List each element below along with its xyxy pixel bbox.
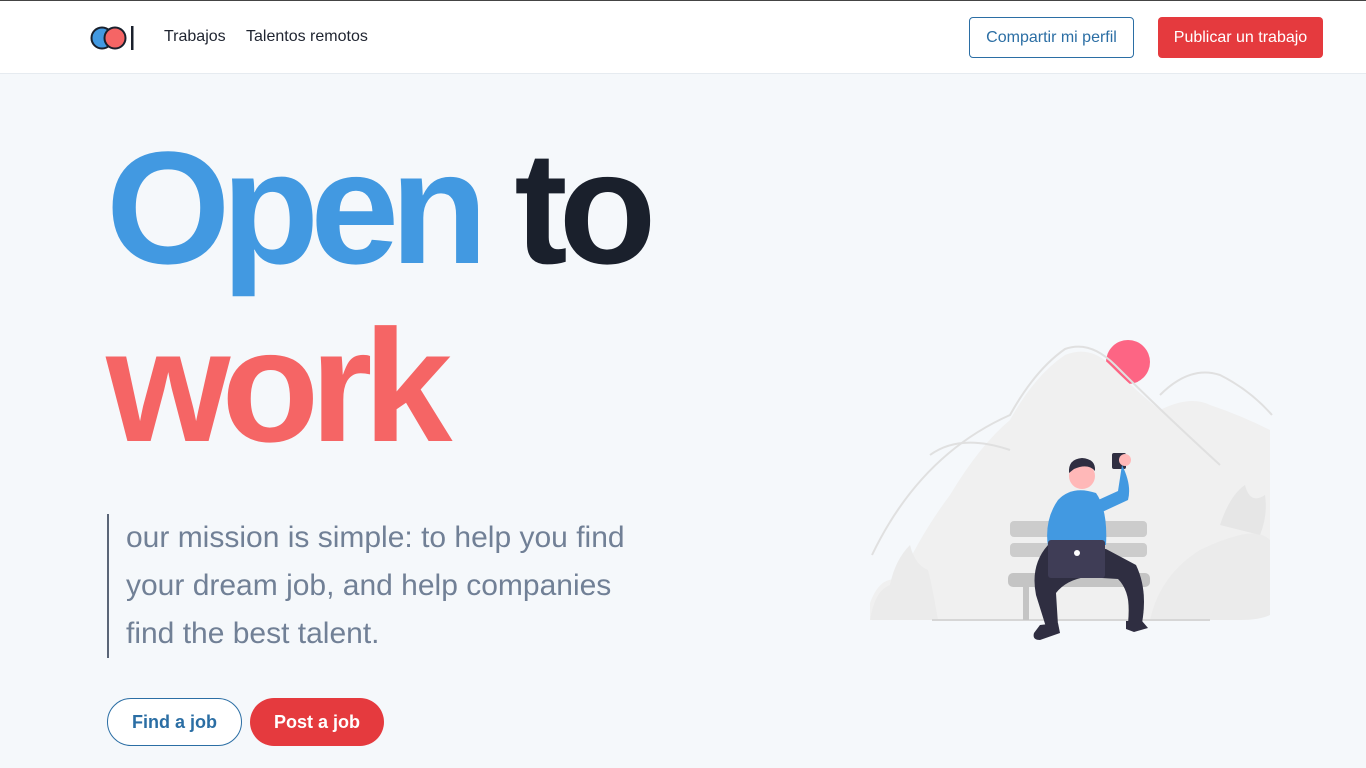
- headline-word-work: work: [106, 296, 452, 475]
- share-profile-button[interactable]: Compartir mi perfil: [969, 17, 1134, 58]
- post-job-header-button[interactable]: Publicar un trabajo: [1158, 17, 1323, 58]
- mission-statement: our mission is simple: to help you find …: [107, 514, 627, 658]
- top-navbar: Trabajos Talentos remotos Compartir mi p…: [0, 0, 1366, 74]
- headline-word-open: Open: [106, 118, 488, 297]
- headline-word-to: to: [514, 118, 656, 297]
- headline-line-2: work: [106, 306, 452, 466]
- find-job-button[interactable]: Find a job: [107, 698, 242, 746]
- person-on-bench-illustration-icon: [870, 340, 1273, 640]
- headline-line-1: Open to: [106, 128, 656, 288]
- brand-logo-icon[interactable]: [90, 24, 148, 52]
- post-job-button[interactable]: Post a job: [250, 698, 384, 746]
- nav-link-trabajos[interactable]: Trabajos: [164, 28, 226, 46]
- nav-link-talentos-remotos[interactable]: Talentos remotos: [246, 28, 368, 46]
